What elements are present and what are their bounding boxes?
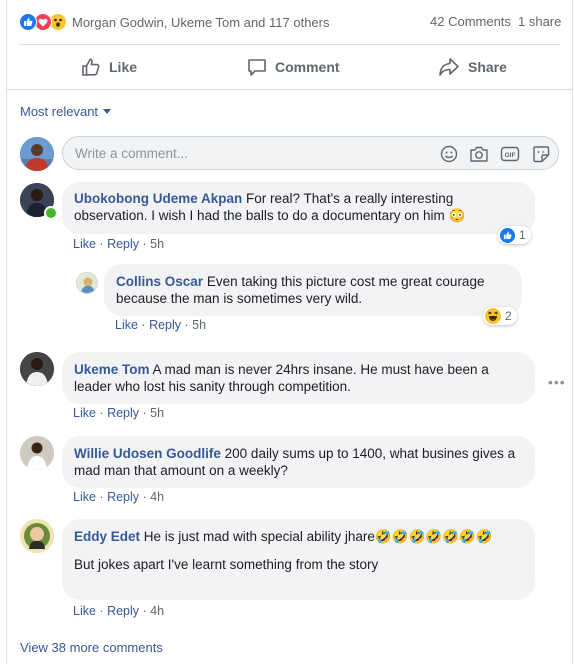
comment-input-placeholder: Write a comment... — [75, 146, 189, 161]
comment-time[interactable]: 5h — [150, 406, 164, 420]
comment-icon — [248, 59, 266, 76]
share-button[interactable]: Share — [438, 55, 507, 79]
comment-author[interactable]: Ukeme Tom — [74, 362, 150, 377]
comment-bubble: Eddy Edet He is just mad with special ab… — [62, 519, 535, 600]
reactions-summary[interactable]: Morgan Godwin, Ukeme Tom and 117 others — [19, 12, 330, 32]
comment-reactions[interactable]: 1 — [498, 226, 531, 244]
gif-icon[interactable]: GIF — [500, 145, 520, 163]
comments-count[interactable]: 42 Comments — [430, 14, 511, 29]
share-button-label: Share — [468, 59, 507, 75]
avatar[interactable] — [20, 519, 54, 553]
comment-like-link[interactable]: Like — [73, 604, 96, 618]
comment-actions: Like · Reply · 4h — [73, 490, 165, 504]
my-avatar[interactable] — [20, 137, 54, 171]
comment-actions: Like · Reply · 5h — [115, 318, 207, 332]
camera-icon[interactable] — [469, 145, 489, 163]
avatar[interactable] — [20, 436, 54, 470]
comment-button-label: Comment — [275, 59, 340, 75]
thumbs-up-icon — [82, 58, 100, 76]
comment-bubble: Ukeme Tom A mad man is never 24hrs insan… — [62, 352, 535, 404]
like-button[interactable]: Like — [81, 55, 137, 79]
comment-author[interactable]: Collins Oscar — [116, 274, 203, 289]
reaction-count: 1 — [519, 228, 526, 242]
reactors-names[interactable]: Morgan Godwin, Ukeme Tom and 117 others — [72, 15, 330, 30]
share-icon — [439, 58, 459, 76]
comment-like-link[interactable]: Like — [73, 490, 96, 504]
comment-bubble: Collins Oscar Even taking this picture c… — [104, 264, 522, 316]
svg-text:GIF: GIF — [505, 152, 516, 159]
avatar[interactable] — [20, 352, 54, 386]
comment-reply-link[interactable]: Reply — [107, 490, 139, 504]
comment-text-continued: But jokes apart I've learnt something fr… — [74, 557, 379, 572]
comment-reply-link[interactable]: Reply — [107, 237, 139, 251]
comment-actions: Like · Reply · 4h — [73, 604, 165, 618]
haha-icon — [485, 308, 501, 324]
comment-time[interactable]: 4h — [150, 604, 164, 618]
caret-down-icon — [103, 108, 112, 114]
comment-button[interactable]: Comment — [247, 55, 340, 79]
more-options-icon[interactable]: ••• — [548, 374, 566, 390]
comment-reply-link[interactable]: Reply — [107, 406, 139, 420]
comment-like-link[interactable]: Like — [115, 318, 138, 332]
sticker-icon[interactable] — [532, 145, 550, 163]
comment-actions: Like · Reply · 5h — [73, 406, 165, 420]
reaction-count: 2 — [505, 309, 512, 323]
comment-time[interactable]: 4h — [150, 490, 164, 504]
comment-bubble: Willie Udosen Goodlife 200 daily sums up… — [62, 436, 535, 488]
comment-time[interactable]: 5h — [150, 237, 164, 251]
comment-like-link[interactable]: Like — [73, 406, 96, 420]
avatar[interactable] — [76, 272, 98, 294]
comment-actions: Like · Reply · 5h — [73, 237, 165, 251]
comment-text: He is just mad with special ability jhar… — [143, 529, 493, 544]
like-button-label: Like — [109, 59, 138, 75]
comment-reply-link[interactable]: Reply — [107, 604, 139, 618]
view-more-comments-link[interactable]: View 38 more comments — [20, 640, 163, 655]
online-indicator — [44, 206, 58, 220]
like-icon — [500, 227, 515, 243]
comment-reply-link[interactable]: Reply — [149, 318, 181, 332]
comment-reactions[interactable]: 2 — [483, 307, 517, 325]
shares-count[interactable]: 1 share — [518, 14, 561, 29]
divider — [7, 89, 572, 90]
divider — [19, 44, 560, 45]
comment-bubble: Ubokobong Udeme Akpan For real? That's a… — [62, 182, 535, 234]
comment-author[interactable]: Willie Udosen Goodlife — [74, 446, 221, 461]
comment-time[interactable]: 5h — [192, 318, 206, 332]
like-icon — [19, 13, 37, 31]
sort-dropdown[interactable]: Most relevant — [20, 104, 112, 119]
comment-like-link[interactable]: Like — [73, 237, 96, 251]
comment-author[interactable]: Ubokobong Udeme Akpan — [74, 191, 242, 206]
emoji-icon[interactable] — [440, 145, 458, 163]
comments-section: Morgan Godwin, Ukeme Tom and 117 others … — [7, 0, 572, 664]
comment-author[interactable]: Eddy Edet — [74, 529, 140, 544]
sort-label: Most relevant — [20, 104, 99, 119]
comment-input[interactable]: Write a comment... GIF — [62, 136, 559, 170]
